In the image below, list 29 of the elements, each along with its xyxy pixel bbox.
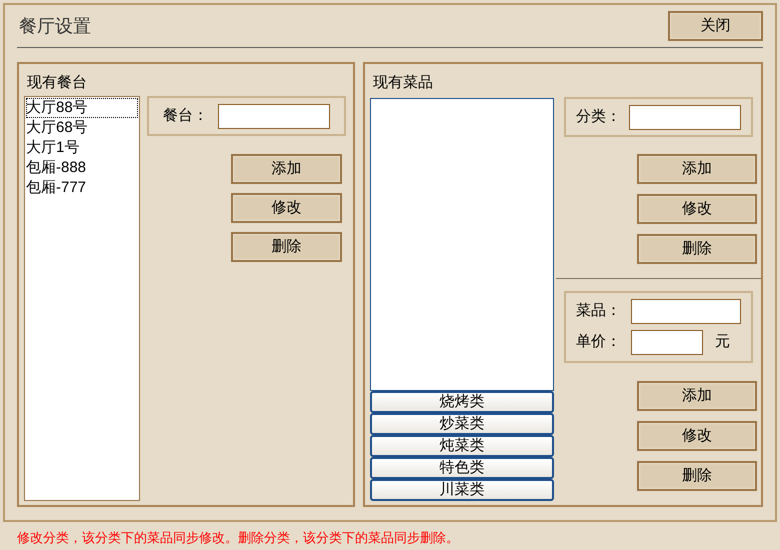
list-item[interactable]: 大厅1号	[26, 138, 138, 158]
panel-title: 现有餐台	[27, 73, 88, 93]
field-label: 分类：	[576, 106, 621, 127]
action-button[interactable]: 添加	[637, 381, 757, 411]
category-tab[interactable]: 炖菜类	[370, 435, 554, 457]
action-button[interactable]: 删除	[637, 461, 757, 491]
category-tab[interactable]: 炒菜类	[370, 413, 554, 435]
action-button[interactable]: 修改	[637, 421, 757, 451]
list-item[interactable]: 包厢-777	[26, 178, 138, 198]
category-tab[interactable]: 川菜类	[370, 479, 554, 501]
action-button[interactable]: 删除	[637, 234, 757, 264]
window-title: 餐厅设置	[19, 14, 91, 38]
field-label: 餐台：	[163, 106, 208, 126]
panel-title: 现有菜品	[373, 73, 434, 93]
action-button[interactable]: 修改	[637, 194, 757, 224]
action-button[interactable]: 添加	[637, 154, 757, 184]
footer-note: 修改分类，该分类下的菜品同步修改。删除分类，该分类下的菜品同步删除。	[17, 529, 460, 547]
category-tab[interactable]: 烧烤类	[370, 391, 554, 413]
category-tab[interactable]: 特色类	[370, 457, 554, 479]
list-item[interactable]: 包厢-888	[26, 158, 138, 178]
action-button[interactable]: 删除	[231, 232, 342, 262]
unit-label: 元	[715, 332, 730, 352]
action-button[interactable]: 添加	[231, 154, 342, 184]
action-button[interactable]: 关闭	[668, 11, 763, 41]
field-label: 菜品：	[576, 301, 621, 322]
list-item[interactable]: 大厅88号	[26, 98, 138, 118]
field-label: 单价：	[576, 332, 621, 352]
list-item[interactable]: 大厅68号	[26, 118, 138, 138]
action-button[interactable]: 修改	[231, 193, 342, 223]
